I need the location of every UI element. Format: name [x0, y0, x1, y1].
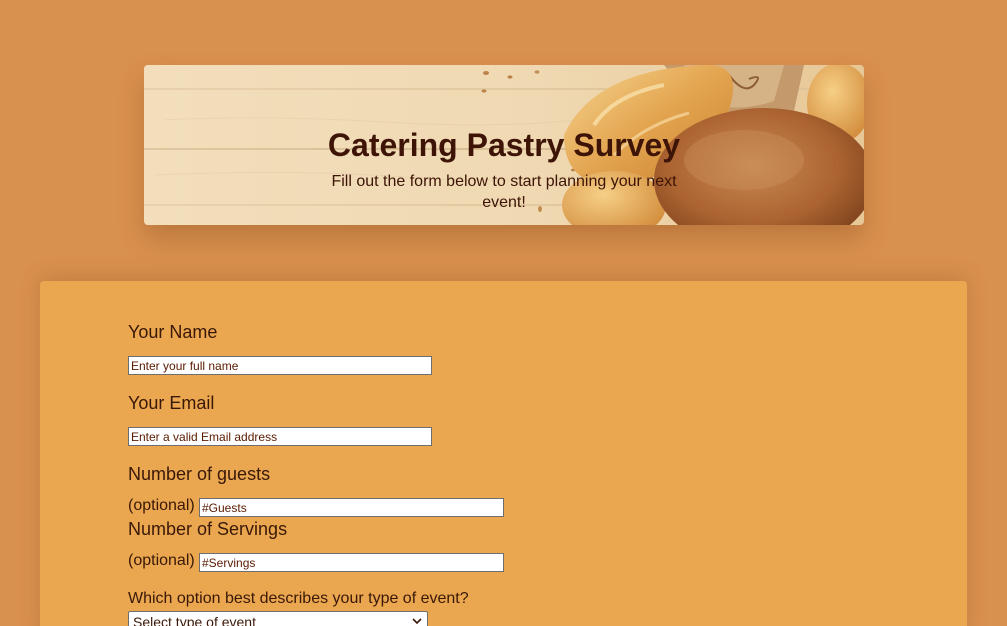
email-label: Your Email	[128, 393, 215, 413]
servings-optional-label: (optional)	[128, 552, 195, 569]
name-label: Your Name	[128, 322, 218, 342]
servings-input[interactable]	[199, 553, 504, 572]
guests-input[interactable]	[199, 498, 504, 517]
guests-optional-label: (optional)	[128, 497, 195, 514]
guests-label: Number of guests	[128, 464, 271, 484]
email-input[interactable]	[128, 427, 432, 446]
survey-page: Catering Pastry Survey Fill out the form…	[0, 0, 1007, 626]
page-title: Catering Pastry Survey	[327, 127, 681, 163]
event-type-label: Which option best describes your type of…	[128, 590, 469, 607]
servings-label: Number of Servings	[128, 519, 288, 539]
event-type-select[interactable]: Select type of event	[128, 611, 428, 626]
chevron-down-icon	[412, 618, 422, 625]
event-type-selected: Select type of event	[133, 614, 256, 626]
header-banner: Catering Pastry Survey Fill out the form…	[144, 65, 864, 225]
survey-form: Your Name Your Email Number of guests (o…	[40, 281, 967, 626]
name-input[interactable]	[128, 356, 432, 375]
page-subtitle: Fill out the form below to start plannin…	[331, 173, 677, 211]
